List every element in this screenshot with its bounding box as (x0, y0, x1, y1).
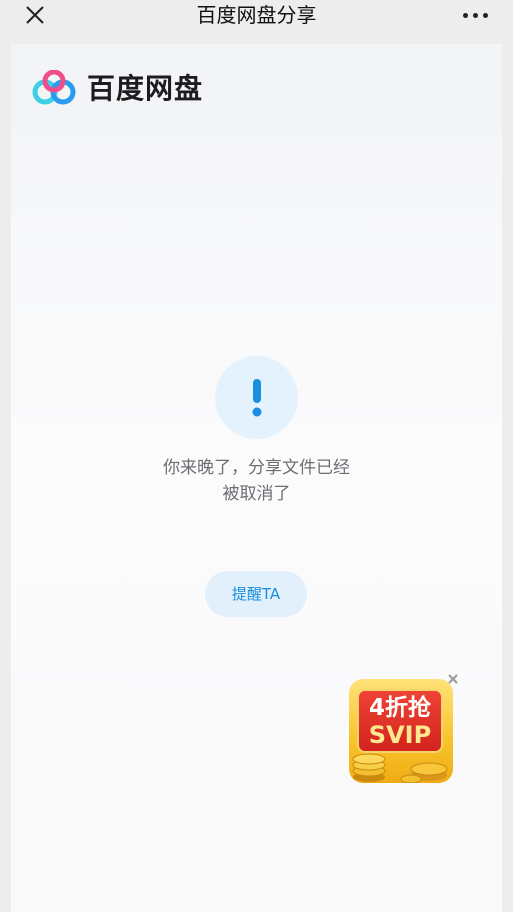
gold-coins-icon (352, 753, 448, 783)
svip-promo-banner[interactable]: 4折抢 SVIP (349, 679, 453, 783)
more-dots-icon (462, 12, 468, 18)
wechat-navbar: 百度网盘分享 (0, 0, 513, 44)
message-line-1: 你来晚了，分享文件已经 (163, 458, 350, 478)
remind-button[interactable]: 提醒TA (205, 571, 307, 617)
more-button[interactable] (455, 4, 495, 26)
navbar-title: 百度网盘分享 (196, 3, 317, 27)
main-content: 你来晚了，分享文件已经 被取消了 提醒TA (11, 134, 502, 912)
exclamation-icon (252, 378, 261, 416)
screen: 百度网盘分享 百度网盘 你来晚了，分享文件已经 被取消了 提醒TA 4折抢 SV… (0, 0, 513, 912)
message-line-2: 被取消了 (222, 484, 291, 504)
brand-header: 百度网盘 (11, 44, 502, 134)
brand-name[interactable]: 百度网盘 (87, 71, 203, 107)
promo-close-icon[interactable] (446, 672, 460, 686)
warning-badge (215, 356, 298, 439)
baidu-netdisk-logo-icon[interactable] (32, 70, 76, 106)
promo-discount-text: 4折抢 (368, 695, 431, 721)
